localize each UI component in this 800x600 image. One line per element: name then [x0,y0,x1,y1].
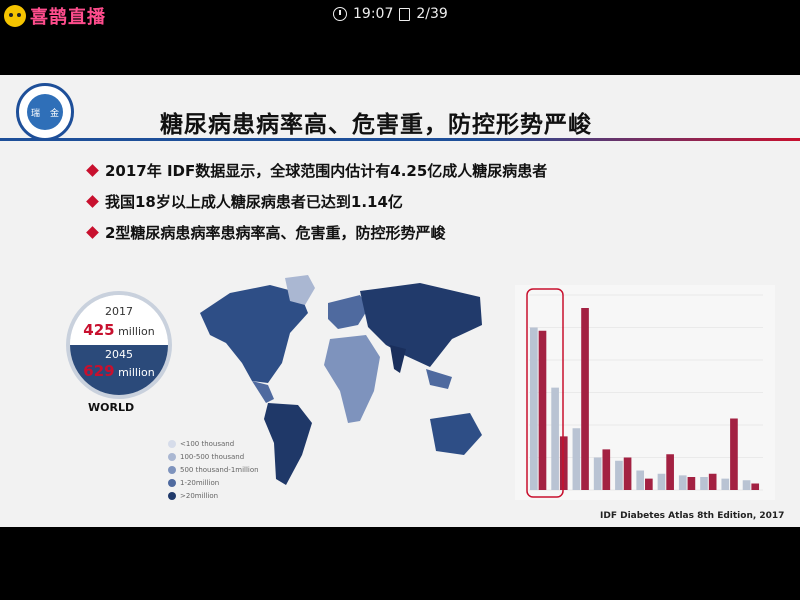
title-divider [0,138,800,141]
bar-2017 [572,428,581,490]
legend-item: 1-20million [168,476,259,489]
page-counter: 2/39 [416,6,448,22]
badge-2017-half: 2017 425 million [70,295,168,345]
badge-unit-2045: million [118,366,155,379]
bar-2045 [581,308,589,490]
video-top-bar: 喜鹊直播 19:07 2/39 [0,0,800,34]
bar-2045 [559,436,568,490]
legend-item: <100 thousand [168,437,259,450]
app-logo: 喜鹊直播 [4,3,106,29]
bar-2017 [742,480,751,490]
map-australia [430,413,482,455]
bar-2045 [730,418,738,490]
legend-label: 100-500 thousand [180,452,245,461]
world-label: WORLD [88,401,135,414]
bar-2017 [721,478,730,490]
badge-number-2017: 425 [83,321,115,339]
bar-2045 [687,477,696,490]
time-readout: 19:07 [353,6,394,22]
presentation-slide: 瑞 金 糖尿病患病率高、危害重，防控形势严峻 2017年 IDF数据显示，全球范… [0,75,800,527]
badge-year-2045: 2045 [105,348,133,361]
bar-2017 [657,473,666,490]
hospital-emblem: 瑞 金 [16,83,74,141]
map-europe [328,295,368,329]
badge-year-2017: 2017 [105,305,133,318]
map-southeast-asia [426,369,452,389]
map-india [390,345,406,373]
page-icon [399,7,411,21]
emblem-char-right: 金 [49,109,59,119]
slide-title: 糖尿病患病率高、危害重，防控形势严峻 [160,112,592,138]
legend-label: >20million [180,491,219,500]
bar-2017 [636,470,645,490]
video-bottom-bar [0,527,800,600]
bullet-list: 2017年 IDF数据显示，全球范围内估计有4.25亿成人糖尿病患者 我国18岁… [86,155,548,248]
bar-2045 [602,449,611,490]
legend-item: >20million [168,489,259,502]
bar-2017 [700,477,708,490]
bar-2017 [593,457,602,490]
legend-label: 500 thousand-1million [180,465,259,474]
world-stat-badge: 2017 425 million 2045 629 million [66,291,172,399]
legend-swatch [168,452,176,461]
bar-2017 [551,387,559,490]
status-bar: 19:07 2/39 [333,6,448,22]
map-africa [324,335,380,423]
legend-label: <100 thousand [180,439,235,448]
emblem-char-left: 瑞 [31,109,41,119]
legend-swatch [168,478,176,487]
diamond-bullet-icon [86,226,99,239]
legend-label: 1-20million [180,478,220,487]
map-legend: <100 thousand 100-500 thousand 500 thous… [168,437,259,502]
bar-2045 [666,454,674,490]
legend-swatch [168,465,176,474]
legend-item: 500 thousand-1million [168,463,259,476]
bar-2045 [645,478,653,490]
bullet-text: 2型糖尿病患病率患病率高、危害重，防控形势严峻 [105,224,446,242]
bullet-item: 2017年 IDF数据显示，全球范围内估计有4.25亿成人糖尿病患者 [86,155,548,186]
badge-unit-2017: million [118,325,155,338]
map-south-america [264,403,312,485]
badge-value-2017: 425 million [70,321,168,339]
badge-2045-half: 2045 629 million [70,345,168,395]
bullet-item: 我国18岁以上成人糖尿病患者已达到1.14亿 [86,186,547,217]
bullet-text: 2017年 IDF数据显示，全球范围内估计有4.25亿成人糖尿病患者 [105,162,548,180]
legend-swatch [168,491,176,500]
app-logo-text: 喜鹊直播 [30,7,106,28]
bar-2045 [708,473,717,490]
clock-icon [333,7,347,21]
badge-value-2045: 629 million [70,362,168,380]
bar-2017 [530,327,538,490]
bar-2045 [538,330,547,490]
diabetes-bar-chart [515,285,775,500]
map-central-america [252,381,274,403]
bullet-item: 2型糖尿病患病率患病率高、危害重，防控形势严峻 [86,217,547,248]
legend-swatch [168,439,176,448]
mascot-icon [4,5,26,27]
bar-2045 [751,483,760,490]
bar-2017 [615,460,623,490]
legend-item: 100-500 thousand [168,450,259,463]
bar-2017 [678,475,687,490]
bar-2045 [623,457,632,490]
badge-number-2045: 629 [83,362,115,380]
source-citation: IDF Diabetes Atlas 8th Edition, 2017 [600,511,785,521]
emblem-figure-icon: 瑞 金 [27,94,63,130]
bullet-text: 我国18岁以上成人糖尿病患者已达到1.14亿 [105,193,403,211]
diamond-bullet-icon [86,164,99,177]
diamond-bullet-icon [86,195,99,208]
